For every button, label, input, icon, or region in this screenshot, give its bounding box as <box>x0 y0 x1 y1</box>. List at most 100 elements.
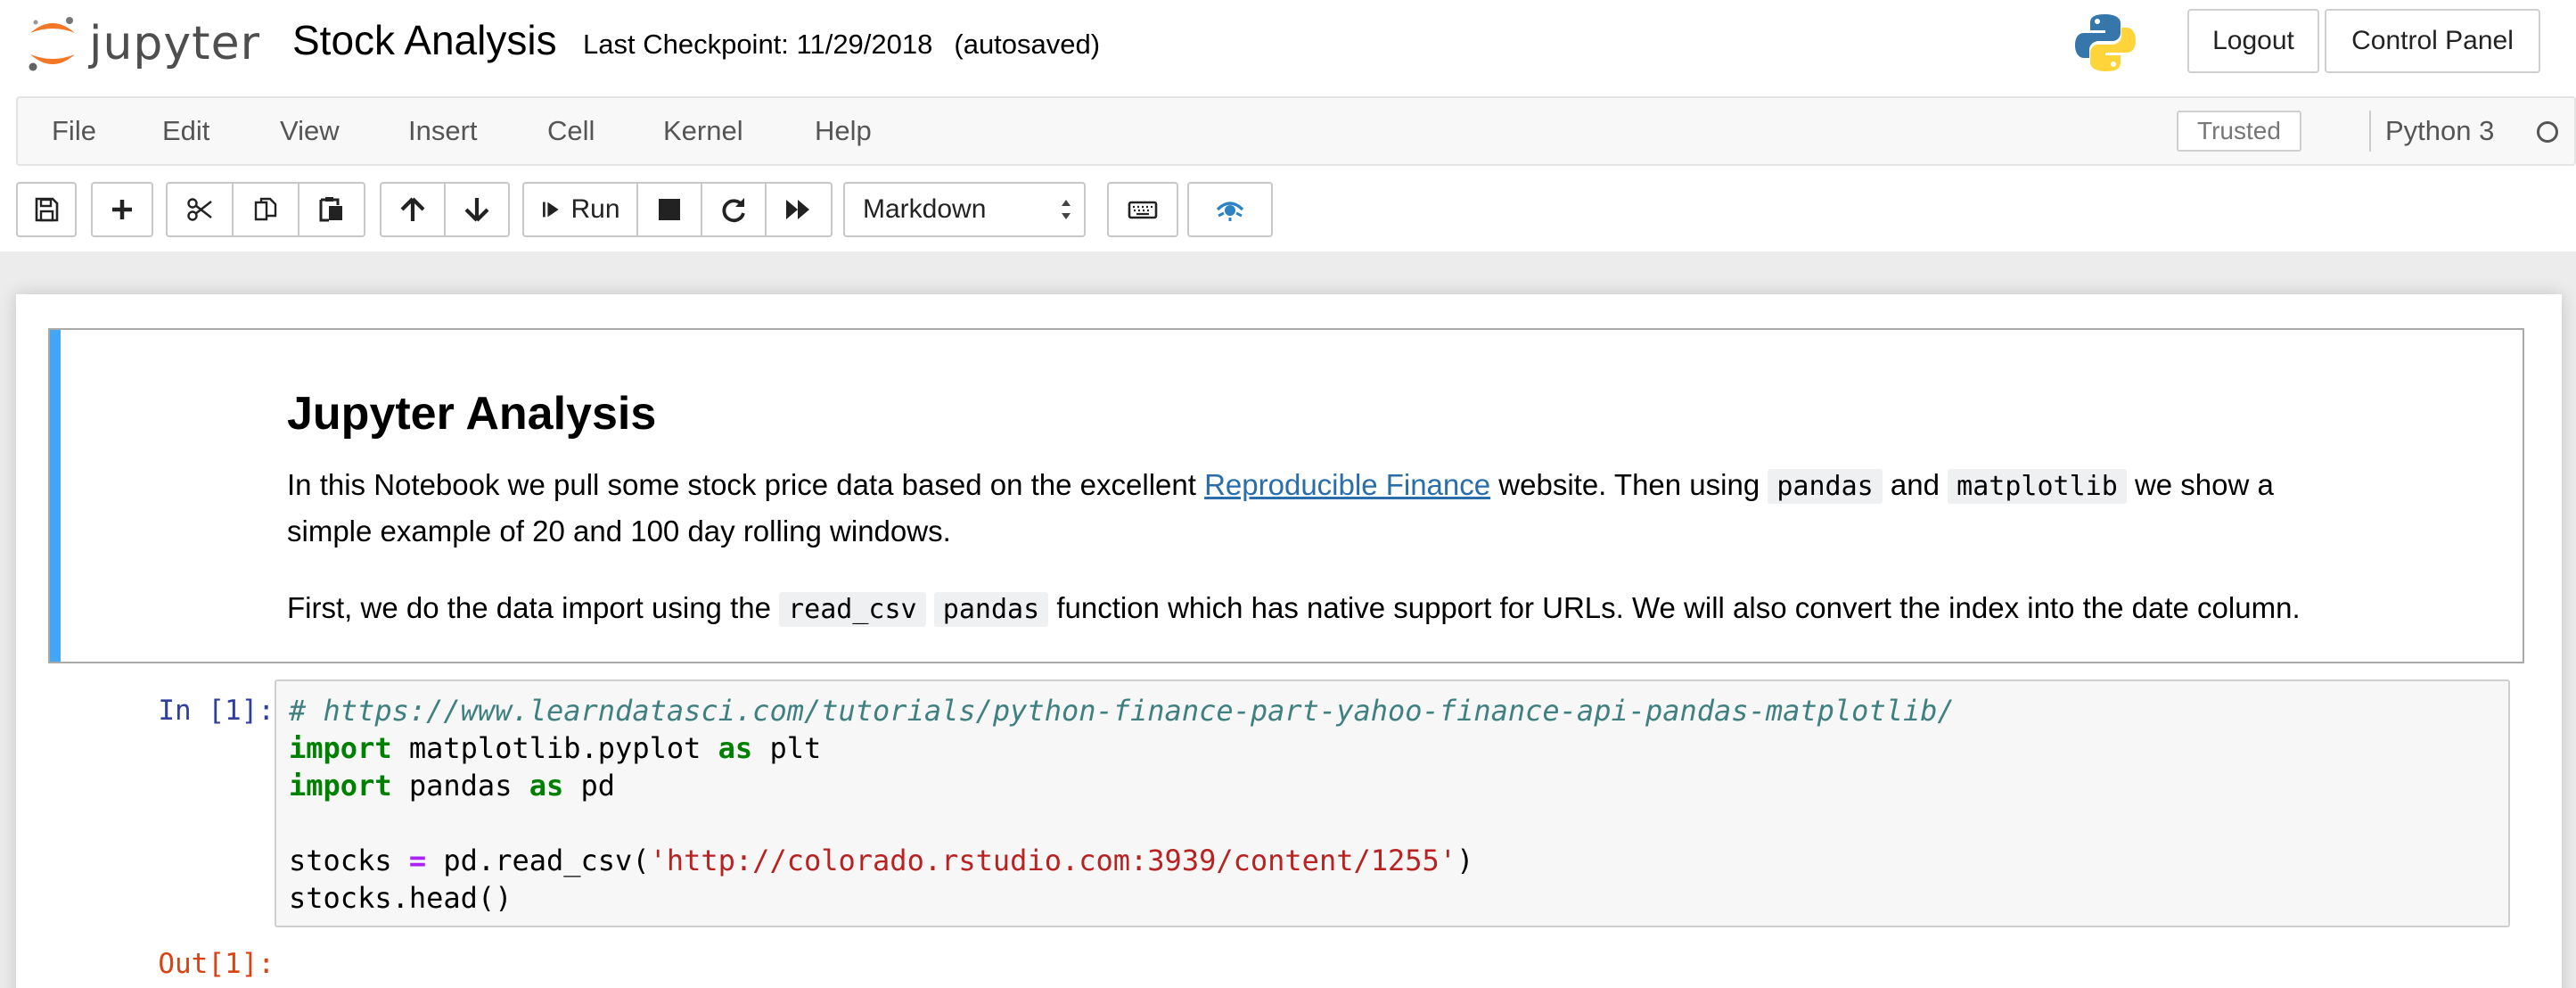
paragraph-text: website. Then using <box>1490 468 1768 501</box>
celltoolbar-group <box>1187 182 1273 237</box>
restart-run-all-button[interactable] <box>765 182 833 237</box>
code-text: pd <box>563 769 616 803</box>
reproducible-finance-link[interactable]: Reproducible Finance <box>1204 468 1490 501</box>
paragraph-text: we show a <box>2126 468 2274 501</box>
command-palette-icon <box>1216 202 1244 221</box>
save-group <box>16 182 77 237</box>
toolbar: Run Markdown <box>16 182 2576 239</box>
cut-icon <box>187 198 212 221</box>
logout-button[interactable]: Logout <box>2187 9 2319 73</box>
code-line: import pandas as pd <box>289 767 2508 804</box>
paste-icon <box>319 197 342 222</box>
code-keyword: as <box>529 769 564 803</box>
kernel-idle-icon <box>2537 121 2558 143</box>
code-text: pandas <box>391 769 529 803</box>
code-operator: = <box>408 844 427 877</box>
clipboard-group <box>166 182 365 237</box>
inline-code: matplotlib <box>1948 469 2127 504</box>
copy-icon <box>254 197 277 221</box>
select-arrows-icon <box>1062 200 1071 219</box>
markdown-heading: Jupyter Analysis <box>287 388 657 440</box>
code-string: 'http://colorado.rstudio.com:3939/conten… <box>649 844 1457 877</box>
arrow-up-icon <box>400 197 425 221</box>
menu-edit[interactable]: Edit <box>162 98 209 164</box>
plus-icon <box>112 200 132 219</box>
menubar: File Edit View Insert Cell Kernel Help T… <box>16 96 2576 166</box>
code-comment: # https://www.learndatasci.com/tutorials… <box>289 694 1955 728</box>
code-text: ) <box>1456 844 1474 877</box>
code-line: # https://www.learndatasci.com/tutorials… <box>289 692 2508 729</box>
paste-button[interactable] <box>298 182 365 237</box>
celltoolbar-button[interactable] <box>1187 182 1273 237</box>
command-palette-button[interactable] <box>1107 182 1178 237</box>
code-line: stocks.head() <box>289 881 513 915</box>
python-logo-icon <box>2075 14 2136 71</box>
stop-icon <box>659 199 680 220</box>
interrupt-button[interactable] <box>636 182 702 237</box>
menu-insert[interactable]: Insert <box>408 98 478 164</box>
save-button[interactable] <box>16 182 77 237</box>
paragraph-text: First, we do the data import using the <box>287 591 780 624</box>
insert-group <box>91 182 153 237</box>
kernel-name: Python 3 <box>2385 115 2495 146</box>
notebook-title[interactable]: Stock Analysis <box>292 14 557 66</box>
markdown-paragraph-1-line-2: simple example of 20 and 100 day rolling… <box>287 515 951 548</box>
input-prompt: In [1]: <box>158 695 275 727</box>
code-text: matplotlib.pyplot <box>391 731 718 765</box>
move-up-button[interactable] <box>380 182 446 237</box>
paragraph-text: and <box>1882 468 1948 501</box>
move-group <box>380 182 510 237</box>
save-icon <box>35 197 59 222</box>
code-line: import matplotlib.pyplot as plt <box>289 729 2508 767</box>
inline-code: pandas <box>1768 469 1883 504</box>
kernel-divider <box>2369 111 2371 152</box>
code-text: plt <box>752 731 822 765</box>
code-editor[interactable]: # https://www.learndatasci.com/tutorials… <box>275 679 2510 927</box>
menu-help[interactable]: Help <box>815 98 872 164</box>
copy-button[interactable] <box>232 182 299 237</box>
header-bar: jupyter Stock Analysis Last Checkpoint: … <box>0 0 2576 96</box>
inline-code: read_csv <box>779 592 926 627</box>
logo-text: jupyter <box>89 17 260 70</box>
move-down-button[interactable] <box>444 182 510 237</box>
menu-file[interactable]: File <box>52 98 96 164</box>
code-text: pd.read_csv( <box>426 844 650 877</box>
arrow-down-icon <box>464 198 489 222</box>
restart-icon <box>722 198 745 223</box>
restart-button[interactable] <box>701 182 767 237</box>
cell-type-select[interactable]: Markdown <box>843 182 1086 237</box>
paragraph-text: function which has native support for UR… <box>1048 591 2301 624</box>
menu-kernel[interactable]: Kernel <box>663 98 743 164</box>
markdown-paragraph-2: First, we do the data import using the r… <box>287 585 2301 633</box>
control-panel-button[interactable]: Control Panel <box>2325 9 2540 73</box>
autosave-status: (autosaved) <box>954 29 1101 60</box>
markdown-cell[interactable]: Jupyter Analysis In this Notebook we pul… <box>48 328 2524 663</box>
keyboard-group <box>1107 182 1178 237</box>
insert-cell-button[interactable] <box>91 182 153 237</box>
code-keyword: as <box>718 731 753 765</box>
cell-type-value: Markdown <box>863 194 987 224</box>
trusted-indicator[interactable]: Trusted <box>2177 111 2301 152</box>
selected-cell-indicator <box>50 330 61 662</box>
keyboard-icon <box>1128 201 1158 219</box>
output-prompt: Out[1]: <box>158 948 275 980</box>
run-button[interactable]: Run <box>522 182 638 237</box>
menu-cell[interactable]: Cell <box>547 98 595 164</box>
code-line: stocks = pd.read_csv('http://colorado.rs… <box>289 842 2508 879</box>
menu-view[interactable]: View <box>280 98 340 164</box>
run-label: Run <box>570 194 620 224</box>
inline-code: pandas <box>933 592 1049 627</box>
cut-button[interactable] <box>166 182 234 237</box>
markdown-paragraph-1: In this Notebook we pull some stock pric… <box>287 462 2274 510</box>
notebook-container: Jupyter Analysis In this Notebook we pul… <box>16 294 2562 988</box>
jupyter-logo[interactable]: jupyter <box>25 12 260 75</box>
fast-forward-icon <box>786 200 809 219</box>
checkpoint-text: Last Checkpoint: 11/29/2018 <box>583 29 933 60</box>
header: jupyter Stock Analysis Last Checkpoint: … <box>0 0 2576 251</box>
jupyter-logo-icon <box>29 17 75 71</box>
code-keyword: import <box>289 731 392 765</box>
code-text: stocks <box>289 844 409 877</box>
code-keyword: import <box>289 769 392 803</box>
run-icon <box>543 202 560 218</box>
